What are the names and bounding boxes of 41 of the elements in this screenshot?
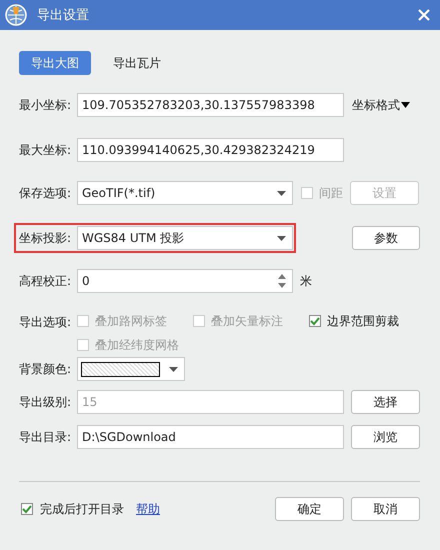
- checkbox-label: 间距: [319, 184, 343, 202]
- browse-button[interactable]: 浏览: [351, 425, 420, 449]
- checkbox-label: 完成后打开目录: [40, 500, 124, 518]
- field-label: 背景颜色:: [19, 360, 72, 378]
- input-field[interactable]: 109.705352783203,30.137557983398: [77, 93, 344, 117]
- checkbox[interactable]: [21, 503, 33, 515]
- field-label: 导出目录:: [19, 428, 72, 446]
- close-icon[interactable]: [418, 9, 430, 21]
- dialog-button[interactable]: 确定: [275, 497, 344, 521]
- checkbox-label: 叠加路网标签: [95, 312, 167, 330]
- color-picker[interactable]: [77, 357, 185, 381]
- spin-field[interactable]: 0: [77, 269, 293, 293]
- format-menu[interactable]: 坐标格式: [352, 96, 410, 114]
- field-label: 高程校正:: [19, 272, 72, 290]
- spin-arrows-icon[interactable]: [278, 274, 286, 288]
- field-label: 最大坐标:: [19, 142, 72, 158]
- dropdown[interactable]: GeoTIF(*.tif): [77, 181, 293, 205]
- caret-icon: [277, 190, 286, 196]
- field-label: 保存选项:: [19, 184, 72, 202]
- tab[interactable]: 导出大图: [19, 51, 91, 75]
- tab[interactable]: 导出瓦片: [101, 51, 173, 75]
- field-label: 最小坐标:: [19, 96, 72, 114]
- field-label: 坐标投影:: [19, 230, 72, 246]
- checkbox-label: 叠加矢量标注: [211, 312, 283, 330]
- field-label: 导出级别:: [19, 394, 72, 410]
- parameters-button[interactable]: 参数: [352, 226, 420, 250]
- field-label: 导出选项:: [19, 314, 72, 331]
- input-field[interactable]: 110.093994140625,30.429382324219: [77, 138, 344, 162]
- help-link[interactable]: 帮助: [136, 500, 160, 518]
- caret-icon: [277, 236, 286, 240]
- dialog-button[interactable]: 取消: [351, 497, 420, 521]
- unit-label: 米: [300, 272, 312, 290]
- dropdown[interactable]: WGS84 UTM 投影: [77, 226, 293, 250]
- caret-icon: [169, 366, 178, 372]
- input-field[interactable]: D:\SGDownload: [77, 425, 344, 449]
- checkbox[interactable]: [309, 315, 321, 327]
- checkbox-label: 边界范围剪裁: [327, 312, 399, 330]
- window-title: 导出设置: [37, 7, 90, 24]
- globe-icon: [5, 4, 27, 26]
- caret-icon: [401, 102, 410, 108]
- checkbox-label: 叠加经纬度网格: [95, 336, 179, 354]
